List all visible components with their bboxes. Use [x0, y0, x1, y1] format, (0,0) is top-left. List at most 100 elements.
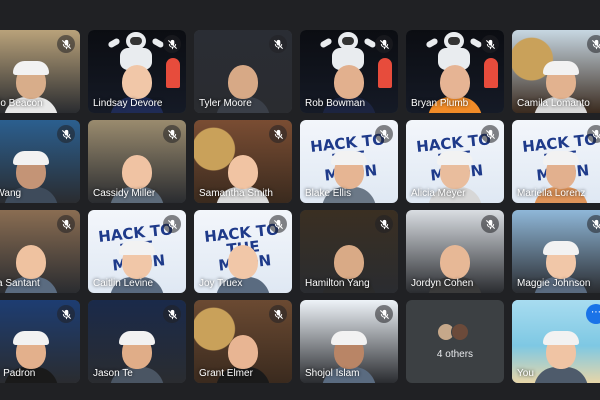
avatar [451, 323, 469, 341]
participant-name: Jordyn Cohen [411, 278, 474, 289]
participant-name: Camila Lomanto [517, 98, 590, 109]
mic-off-icon [587, 35, 600, 53]
cap [13, 331, 49, 345]
participant-name: Hamilton Yang [305, 278, 370, 289]
cap [543, 61, 579, 75]
mic-off-icon [587, 125, 600, 143]
mic-off-icon [57, 305, 75, 323]
mic-off-icon [57, 35, 75, 53]
mic-off-icon [375, 125, 393, 143]
participant-tile[interactable]: ssa Santant [0, 210, 80, 293]
participant-tile[interactable]: Grant Elmer [194, 300, 292, 383]
face [334, 245, 364, 279]
participant-name: Jason Te [93, 368, 133, 379]
face [122, 155, 152, 189]
participant-tile[interactable]: Tyler Moore [194, 30, 292, 113]
participant-tile[interactable]: Lindsay Devore [88, 30, 186, 113]
participant-tile[interactable]: Shojol Islam [300, 300, 398, 383]
meeting-stage: gelo Beacon Lindsay Devore Tyler Moore [0, 30, 600, 390]
face [122, 65, 152, 99]
mic-off-icon [481, 125, 499, 143]
mic-off-icon [57, 125, 75, 143]
participant-name: gelo Beacon [0, 98, 43, 109]
participant-name: Lindsay Devore [93, 98, 163, 109]
cap [331, 331, 367, 345]
mic-off-icon [163, 305, 181, 323]
more-options-icon[interactable]: ⋯ [586, 304, 600, 324]
participant-tile[interactable]: Jason Te [88, 300, 186, 383]
face [228, 155, 258, 189]
mic-off-icon [375, 35, 393, 53]
participant-tile[interactable]: Hamilton Yang [300, 210, 398, 293]
participant-tile[interactable]: Cassidy Miller [88, 120, 186, 203]
participant-name: Blake Ellis [305, 188, 352, 199]
cap [437, 151, 473, 165]
shirt [534, 367, 588, 383]
participant-tile[interactable]: HACK TO THE MOON Blake Ellis [300, 120, 398, 203]
face [16, 245, 46, 279]
participant-name: You [517, 368, 534, 379]
participant-tile[interactable]: Camila Lomanto [512, 30, 600, 113]
participant-name: Joy Truex [199, 278, 243, 289]
mic-off-icon [57, 215, 75, 233]
participant-tile[interactable]: Bryan Plumb [406, 30, 504, 113]
participant-tile[interactable]: e Wang [0, 120, 80, 203]
participant-figure [534, 329, 588, 383]
participant-tile[interactable]: gelo Beacon [0, 30, 80, 113]
mic-off-icon [269, 35, 287, 53]
participant-name: Caitlin Levine [93, 278, 154, 289]
participant-name: Grant Elmer [199, 368, 253, 379]
mic-off-icon [163, 125, 181, 143]
face [334, 65, 364, 99]
cap [119, 331, 155, 345]
participant-tile[interactable]: Rob Bowman [300, 30, 398, 113]
participant-tile[interactable]: HACK TO THE MOON Caitlin Levine [88, 210, 186, 293]
participant-name: Mariella Lorenz [517, 188, 586, 199]
participant-name: Maggie Johnson [517, 278, 591, 289]
participant-name: Shojol Islam [305, 368, 360, 379]
participant-tile[interactable]: HACK TO THE MOON Mariella Lorenz [512, 120, 600, 203]
participant-name: Bryan Plumb [411, 98, 469, 109]
participant-name: e Wang [0, 188, 22, 199]
mic-off-icon [375, 305, 393, 323]
mic-off-icon [269, 305, 287, 323]
rocket-graphic [484, 58, 498, 88]
participant-name: Rob Bowman [305, 98, 366, 109]
participant-name: ssa Santant [0, 278, 40, 289]
participant-tile[interactable]: HACK TO THE MOON Alicia Meyer [406, 120, 504, 203]
mic-off-icon [269, 215, 287, 233]
participant-name: Tyler Moore [199, 98, 252, 109]
face [228, 335, 258, 369]
cap [119, 241, 155, 255]
mic-off-icon [481, 215, 499, 233]
self-tile[interactable]: ⋯ You [512, 300, 600, 383]
mic-off-icon [163, 35, 181, 53]
cap [13, 61, 49, 75]
participant-tile[interactable]: Samantha Smith [194, 120, 292, 203]
participant-tile[interactable]: Jordyn Cohen [406, 210, 504, 293]
mic-off-icon [587, 215, 600, 233]
rocket-graphic [166, 58, 180, 88]
participant-tile[interactable]: Maggie Johnson [512, 210, 600, 293]
cap [13, 151, 49, 165]
mic-off-icon [269, 125, 287, 143]
participant-tile[interactable]: HACK TO THE MOON Joy Truex [194, 210, 292, 293]
face [228, 65, 258, 99]
participant-name: Cassidy Miller [93, 188, 156, 199]
participant-tile[interactable]: ole Padron [0, 300, 80, 383]
face [440, 245, 470, 279]
others-label: 4 others [436, 349, 474, 360]
participant-name: ole Padron [0, 368, 36, 379]
participant-name: Alicia Meyer [411, 188, 466, 199]
others-avatars [437, 323, 469, 341]
mic-off-icon [481, 35, 499, 53]
participant-name: Samantha Smith [199, 188, 273, 199]
rocket-graphic [378, 58, 392, 88]
mic-off-icon [163, 215, 181, 233]
cap [331, 151, 367, 165]
cap [543, 151, 579, 165]
face [440, 65, 470, 99]
cap [543, 331, 579, 345]
others-tile[interactable]: 4 others [406, 300, 504, 383]
cap [543, 241, 579, 255]
